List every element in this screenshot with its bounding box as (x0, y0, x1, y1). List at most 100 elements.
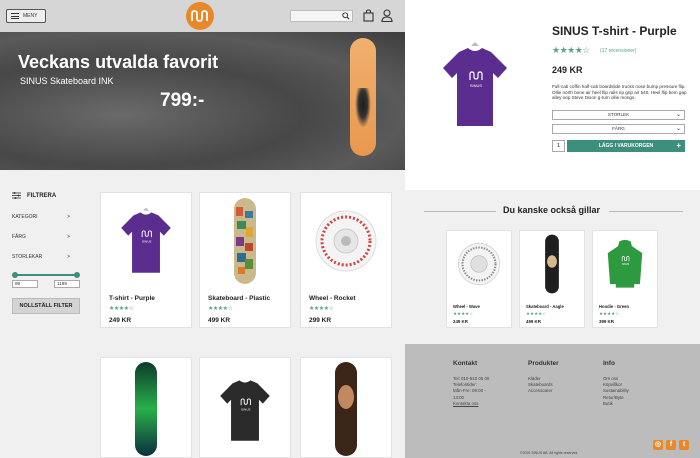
menu-button[interactable]: MENY (6, 9, 46, 23)
product-card-skateboard-plastic[interactable]: Skateboard - Plastic ★★★★☆ 499 KR (199, 192, 291, 328)
chevron-down-icon: ⌄ (675, 112, 681, 118)
filter-header[interactable]: FILTRERA (12, 192, 88, 199)
instagram-icon[interactable]: ◎ (653, 440, 663, 450)
footer-link-accessories[interactable]: Accessoarer (528, 388, 559, 394)
product-name: Wheel - Wave (453, 304, 480, 309)
top-navbar: MENY (0, 0, 405, 32)
chevron-down-icon: ⌄ (675, 126, 681, 132)
logo-wave-icon (191, 10, 208, 22)
hero-section: MENY Veckans utvalda favorit SINUS Skate… (0, 0, 405, 170)
product-name: T-shirt - Purple (109, 295, 155, 302)
reco-card-hoodie-green[interactable]: SINUS Hoodie - Green ★★★★☆ 399 KR (592, 230, 658, 328)
search-input[interactable] (290, 10, 353, 22)
featured-banner[interactable]: Veckans utvalda favorit SINUS Skateboard… (0, 32, 405, 170)
divider-right (609, 211, 683, 212)
product-name: Hoodie - Green (599, 304, 630, 309)
size-select[interactable]: STORLEK ⌄ (552, 110, 685, 120)
copyright-text: ©2020 SINUS AB. All rights reserved. (520, 451, 579, 455)
product-price: 249 KR (453, 319, 468, 324)
user-icon[interactable] (381, 9, 393, 22)
chevron-right-icon: > (67, 254, 70, 260)
footer-products: Produkter Kläder Skateboards Accessoarer (528, 360, 559, 395)
product-review-count[interactable]: (17 recensioner) (600, 48, 636, 54)
product-card-skateboard-portrait[interactable] (300, 357, 392, 458)
add-to-cart-button[interactable]: LÄGG I VARUKORGEN + (567, 140, 685, 152)
price-min-handle[interactable] (12, 272, 18, 278)
filter-title: FILTRERA (27, 192, 57, 199)
skateboard-image (335, 361, 357, 456)
product-name: Skateboard - Aagle (526, 304, 564, 309)
hero-title: Veckans utvalda favorit (18, 52, 219, 72)
product-stars: ★★★★☆ (599, 311, 620, 316)
price-range-track (15, 274, 77, 276)
site-footer: Kontakt Tel: 010-510 05 00 Telefontider:… (405, 344, 700, 458)
product-stars: ★★★★☆ (208, 306, 233, 312)
product-title: SINUS T-shirt - Purple (552, 24, 677, 38)
chevron-right-icon: > (67, 214, 70, 220)
product-image (301, 358, 391, 458)
footer-contact: Kontakt Tel: 010-510 05 00 Telefontider:… (453, 360, 489, 407)
product-price: 499 KR (526, 319, 541, 324)
divider-left (424, 211, 496, 212)
product-stars: ★★★★☆ (109, 306, 134, 312)
color-select[interactable]: FÄRG ⌄ (552, 124, 685, 134)
product-image (200, 193, 290, 289)
svg-text:SINUS: SINUS (142, 240, 151, 244)
reset-filter-button[interactable]: NOLLSTÄLL FILTER (12, 298, 80, 314)
search-icon[interactable] (342, 12, 350, 20)
add-to-cart-label: LÄGG I VARUKORGEN (598, 143, 654, 149)
product-price: 249 KR (552, 65, 583, 75)
product-stars: ★★★★☆ (309, 306, 334, 312)
product-stars: ★★★★☆ (526, 311, 547, 316)
filter-color[interactable]: FÄRG > (12, 234, 70, 240)
footer-link-store[interactable]: Butik (603, 401, 629, 407)
product-card-wheel-rocket[interactable]: Wheel - Rocket ★★★★☆ 299 KR (300, 192, 392, 328)
product-price: 399 KR (599, 319, 614, 324)
plus-icon: + (676, 141, 681, 150)
filter-category[interactable]: KATEGORI > (12, 214, 70, 220)
filter-sliders-icon (12, 192, 21, 199)
shopping-bag-icon[interactable] (363, 9, 374, 22)
product-detail-panel: SINUS SINUS T-shirt - Purple ★★★★☆ (17 r… (405, 0, 700, 190)
product-image (520, 231, 584, 297)
product-card-tshirt-purple[interactable]: SINUS T-shirt - Purple ★★★★☆ 249 KR (100, 192, 192, 328)
product-price: 499 KR (208, 317, 231, 324)
product-card-skateboard-aurora[interactable] (100, 357, 192, 458)
reco-card-wheel-wave[interactable]: Wheel - Wave ★★★★☆ 249 KR (446, 230, 512, 328)
product-name: Skateboard - Plastic (208, 295, 271, 302)
wheel-image (315, 210, 377, 272)
svg-text:SINUS: SINUS (622, 264, 629, 266)
page-root: MENY Veckans utvalda favorit SINUS Skate… (0, 0, 700, 458)
product-tshirt-image: SINUS (443, 42, 507, 126)
tshirt-image: SINUS (220, 379, 270, 441)
footer-contact-title: Kontakt (453, 360, 478, 367)
svg-text:SINUS: SINUS (241, 407, 250, 411)
reco-card-skateboard-aagle[interactable]: Skateboard - Aagle ★★★★☆ 499 KR (519, 230, 585, 328)
product-image (447, 231, 511, 297)
product-rating-stars: ★★★★☆ (552, 45, 590, 55)
filter-color-label: FÄRG (12, 234, 26, 240)
twitter-icon[interactable]: t (679, 440, 689, 450)
price-min-field[interactable]: 99 (12, 280, 38, 288)
product-image: SINUS (101, 193, 191, 289)
filter-size[interactable]: STORLEKAR > (12, 254, 70, 260)
facebook-icon[interactable]: f (666, 440, 676, 450)
svg-text:SINUS: SINUS (470, 83, 483, 88)
product-card-tshirt-black[interactable]: SINUS (199, 357, 291, 458)
sinus-logo[interactable] (186, 2, 214, 30)
product-price: 249 KR (109, 317, 132, 324)
footer-link-sustainability[interactable]: Sustainability (603, 388, 629, 394)
hero-subtitle: SINUS Skateboard INK (20, 76, 114, 86)
filter-category-label: KATEGORI (12, 214, 38, 220)
size-select-label: STORLEK (607, 112, 630, 117)
hamburger-icon (11, 13, 19, 19)
price-max-handle[interactable] (74, 272, 80, 278)
quantity-input[interactable]: 1 (552, 140, 565, 152)
product-price: 299 KR (309, 317, 332, 324)
contact-us-link[interactable]: Kontakta oss (453, 401, 489, 407)
skateboard-image (135, 361, 157, 456)
footer-info-title: Info (603, 360, 615, 367)
footer-contact-line: Mån-Fre: 09:00 - (453, 388, 486, 394)
price-max-field[interactable]: 1199 (54, 280, 80, 288)
product-name: Wheel - Rocket (309, 295, 356, 302)
